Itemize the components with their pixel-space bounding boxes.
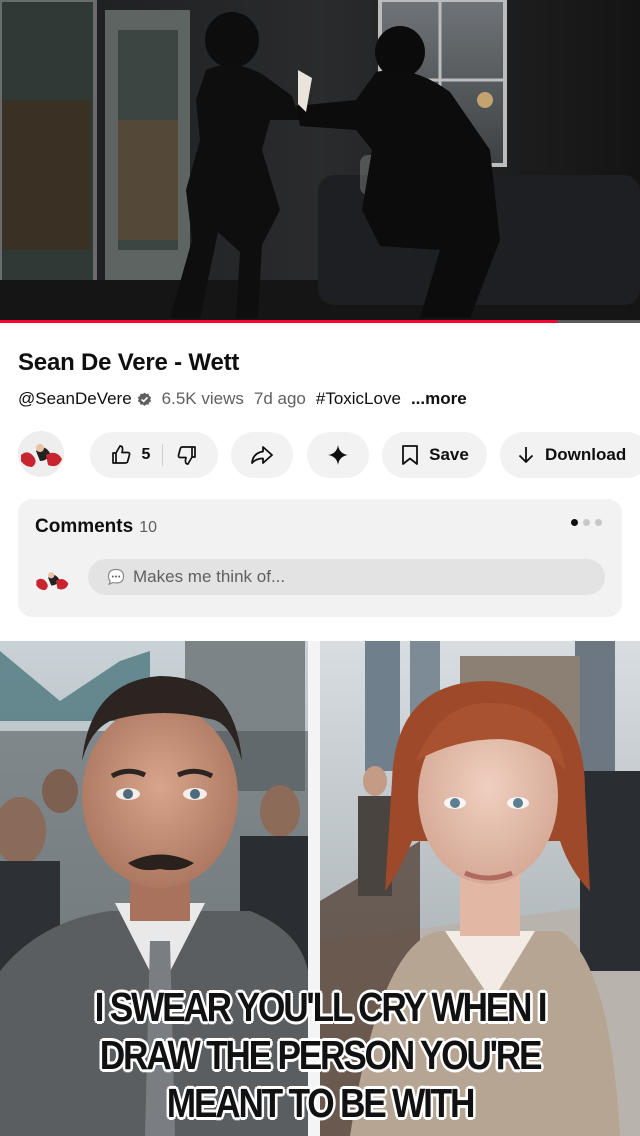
- channel-avatar[interactable]: [18, 431, 64, 477]
- save-label: Save: [429, 445, 469, 464]
- upload-age: 7d ago: [253, 389, 306, 408]
- like-dislike-group: 5: [90, 432, 218, 478]
- carousel-dots: [571, 519, 602, 526]
- video-meta-row[interactable]: @SeanDeVere 6.5K views 7d ago #ToxicLove…: [18, 389, 467, 409]
- comment-input[interactable]: Makes me think of...: [88, 559, 605, 595]
- thumbs-up-icon[interactable]: [109, 443, 133, 467]
- download-button[interactable]: Download: [500, 432, 640, 478]
- comments-count: 10: [139, 519, 157, 536]
- ask-ai-button[interactable]: [307, 432, 369, 478]
- comments-heading: Comments 10: [35, 516, 157, 538]
- caption-line: MEANT TO BE WITH: [166, 1080, 476, 1126]
- download-label: Download: [545, 445, 627, 464]
- like-divider: [162, 444, 164, 466]
- more-description-button[interactable]: ...more: [411, 389, 467, 409]
- video-info-panel: Sean De Vere - Wett @SeanDeVere 6.5K vie…: [0, 323, 640, 641]
- view-count: 6.5K views: [161, 389, 244, 408]
- user-avatar-image: [34, 562, 70, 598]
- comments-card[interactable]: Comments 10 Makes me think of...: [18, 499, 622, 617]
- video-player[interactable]: [0, 0, 640, 322]
- sparkle-icon: [328, 445, 348, 465]
- share-arrow-icon: [251, 446, 273, 464]
- carousel-dot: [571, 519, 578, 526]
- download-arrow-icon: [518, 447, 534, 463]
- thumbs-down-icon[interactable]: [175, 443, 199, 467]
- user-avatar: [34, 562, 70, 598]
- caption-line: I SWEAR YOU'LL CRY WHEN I: [94, 984, 548, 1030]
- verified-badge-icon: [137, 392, 151, 406]
- carousel-dot: [595, 519, 602, 526]
- video-title: Sean De Vere - Wett: [18, 349, 240, 376]
- bookmark-icon: [402, 445, 419, 465]
- comments-title: Comments: [35, 516, 134, 537]
- save-button[interactable]: Save: [382, 432, 487, 478]
- carousel-dot: [583, 519, 590, 526]
- like-count: 5: [141, 446, 151, 463]
- thumbnail-caption: I SWEAR YOU'LL CRY WHEN I DRAW THE PERSON…: [45, 983, 595, 1127]
- hashtag-link[interactable]: #ToxicLove: [316, 389, 401, 409]
- avatar-image: [18, 431, 64, 477]
- caption-line: DRAW THE PERSON YOU'RE: [99, 1032, 543, 1078]
- channel-handle[interactable]: @SeanDeVere: [18, 389, 132, 409]
- share-button[interactable]: [231, 432, 293, 478]
- video-frame: [0, 0, 640, 322]
- speech-bubble-icon: [107, 568, 125, 586]
- next-video-thumbnail[interactable]: I SWEAR YOU'LL CRY WHEN I DRAW THE PERSON…: [0, 641, 640, 1136]
- comment-placeholder: Makes me think of...: [133, 567, 286, 586]
